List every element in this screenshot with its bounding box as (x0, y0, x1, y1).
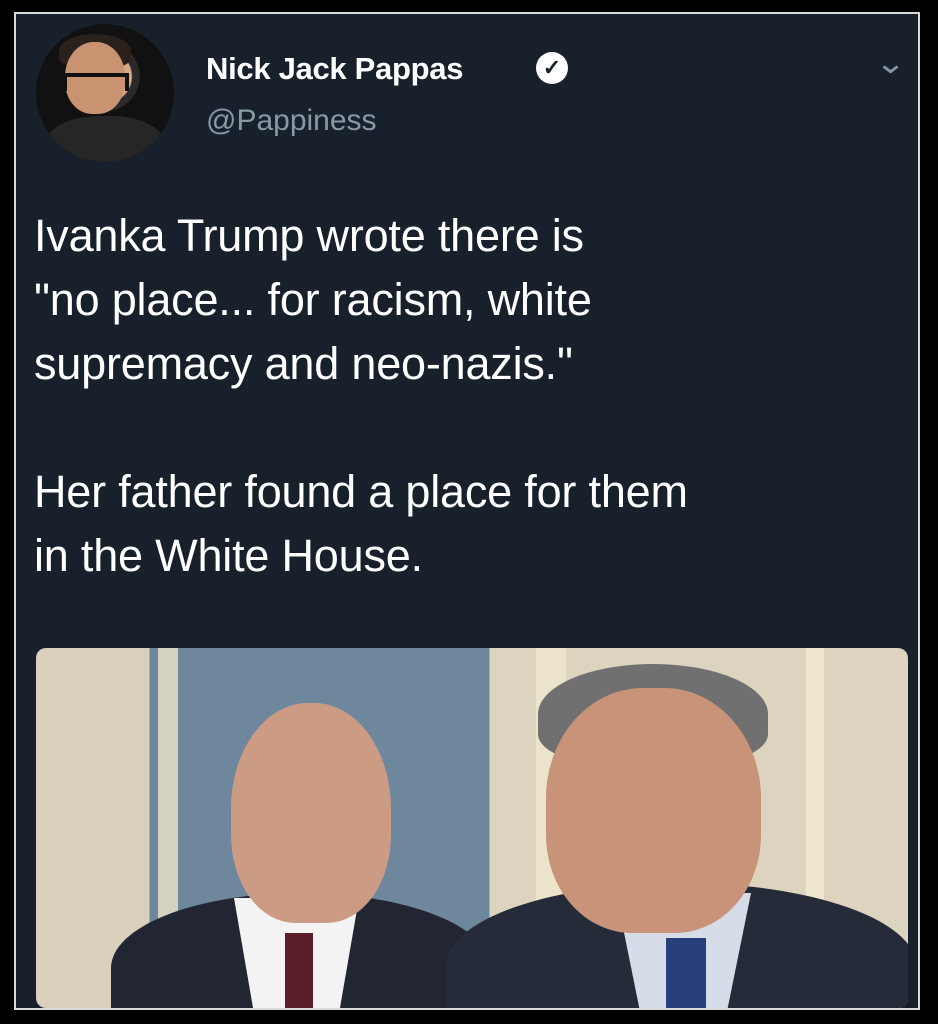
tweet-photo[interactable] (36, 648, 908, 1008)
chevron-down-icon[interactable]: ⌄ (875, 46, 906, 81)
tweet-text: Ivanka Trump wrote there is "no place...… (34, 210, 688, 581)
profile-avatar[interactable] (36, 24, 174, 162)
avatar-glasses-shape (63, 73, 129, 91)
verified-badge-icon: ✓ (536, 52, 568, 84)
username-handle[interactable]: @Pappiness (206, 104, 377, 138)
left-person-face (231, 703, 391, 923)
right-person-tie (666, 938, 706, 1008)
avatar-shirt-shape (46, 116, 164, 162)
display-name[interactable]: Nick Jack Pappas (206, 51, 463, 87)
left-person-tie (285, 933, 313, 1008)
tweet-card: Nick Jack Pappas ✓ @Pappiness ⌄ Ivanka T… (14, 12, 920, 1010)
right-person-face (546, 688, 761, 933)
